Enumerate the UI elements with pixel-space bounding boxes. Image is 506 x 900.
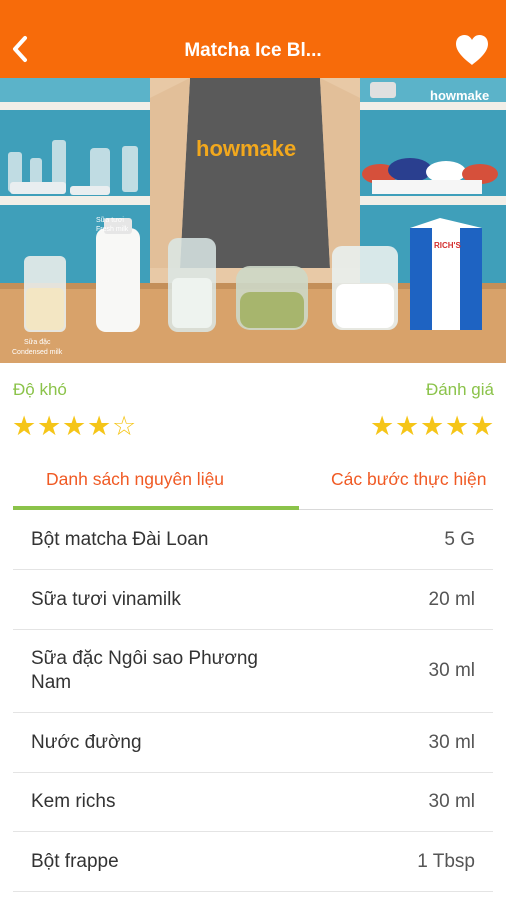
chevron-left-icon — [13, 36, 27, 62]
list-item: Kem richs 30 ml — [13, 773, 493, 832]
tab-ingredients[interactable]: Danh sách nguyên liệu — [46, 469, 224, 490]
star-filled-icon: ★ — [370, 411, 395, 441]
star-filled-icon: ★ — [445, 411, 470, 441]
list-item: Bột matcha Đài Loan 5 G — [13, 511, 493, 570]
apron-logo: howmake — [196, 136, 296, 161]
back-button[interactable] — [6, 29, 34, 69]
app-header: Matcha Ice Bl... — [0, 0, 506, 78]
ingredient-name: Bột frappe — [31, 850, 119, 872]
heart-icon — [456, 35, 488, 65]
ingredient-name: Sữa đặc Ngôi sao Phương Nam — [31, 648, 258, 693]
carton-brand: RICH'S — [434, 241, 461, 250]
tab-steps[interactable]: Các bước thực hiện — [331, 469, 487, 490]
difficulty-stars: ★ ★ ★ ★ ☆ — [12, 412, 136, 440]
list-item: Sữa đặc Ngôi sao Phương Nam 30 ml — [13, 630, 493, 713]
star-filled-icon: ★ — [87, 411, 112, 441]
ingredient-name: Bột matcha Đài Loan — [31, 529, 209, 550]
recipe-video-thumbnail[interactable]: howmake RICH'S Sữa tươi Fresh milk Sữa đ… — [0, 78, 506, 363]
rating-stars: ★ ★ ★ ★ ★ — [370, 412, 494, 440]
star-empty-icon: ☆ — [112, 411, 137, 441]
star-filled-icon: ★ — [420, 411, 445, 441]
star-filled-icon: ★ — [395, 411, 420, 441]
page-title: Matcha Ice Bl... — [184, 40, 322, 61]
difficulty-label: Độ khó — [13, 380, 67, 399]
ingredient-quantity: 20 ml — [428, 588, 475, 610]
star-filled-icon: ★ — [62, 411, 87, 441]
list-item: Nước đường 30 ml — [13, 713, 493, 773]
condensed-milk-label: Sữa đặc — [24, 339, 51, 346]
ingredient-list: Bột matcha Đài Loan 5 G Sữa tươi vinamil… — [13, 511, 493, 892]
ingredient-quantity: 30 ml — [428, 660, 475, 681]
star-filled-icon: ★ — [470, 411, 495, 441]
star-filled-icon: ★ — [12, 411, 37, 441]
ingredient-name: Kem richs — [31, 791, 116, 812]
fresh-milk-label-en: Fresh milk — [96, 226, 129, 233]
rating-label: Đánh giá — [425, 380, 494, 399]
watermark-logo: howmake — [430, 88, 489, 103]
condensed-milk-label-en: Condensed milk — [12, 349, 63, 356]
tab-bar: Danh sách nguyên liệu Các bước thực hiện — [0, 452, 506, 512]
active-tab-indicator — [13, 506, 299, 510]
ingredient-quantity: 1 Tbsp — [417, 850, 475, 872]
star-filled-icon: ★ — [37, 411, 62, 441]
ingredient-name: Nước đường — [31, 731, 142, 753]
fresh-milk-label: Sữa tươi — [96, 217, 124, 224]
ingredient-quantity: 30 ml — [428, 731, 475, 753]
ingredient-quantity: 30 ml — [428, 791, 475, 812]
ingredient-quantity: 5 G — [444, 529, 475, 550]
list-item: Bột frappe 1 Tbsp — [13, 832, 493, 892]
ingredient-name: Sữa tươi vinamilk — [31, 588, 181, 610]
favorite-button[interactable] — [454, 33, 490, 67]
list-item: Sữa tươi vinamilk 20 ml — [13, 570, 493, 630]
